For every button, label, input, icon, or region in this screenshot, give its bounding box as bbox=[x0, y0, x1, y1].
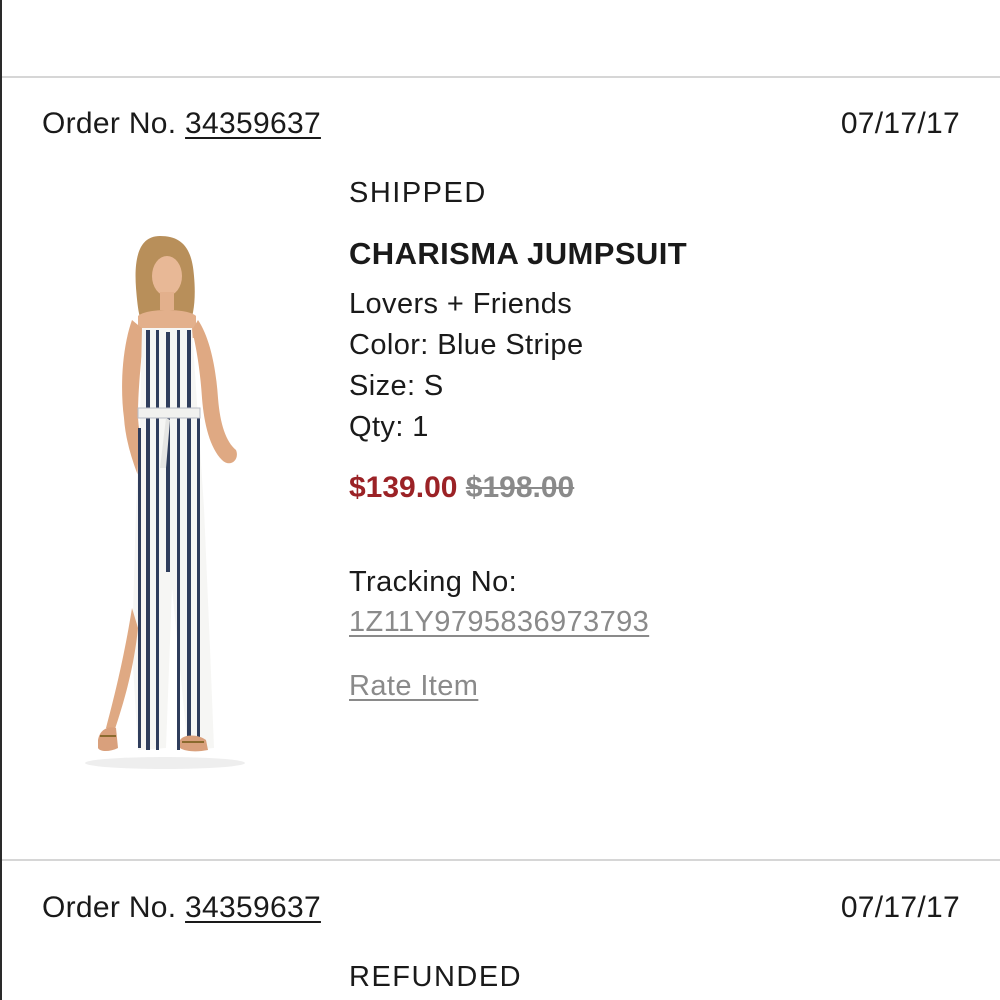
order-status: REFUNDED bbox=[349, 961, 523, 993]
order-divider bbox=[2, 859, 1000, 861]
order-history-page: Order No. 34359637 07/17/17 SHIPPED CHAR… bbox=[0, 0, 1000, 1000]
order-header: Order No. 34359637 07/17/17 bbox=[42, 891, 960, 931]
product-image[interactable] bbox=[80, 228, 250, 773]
price-row: $139.00 $198.00 bbox=[349, 466, 949, 510]
order-number-row: Order No. 34359637 bbox=[42, 107, 321, 141]
product-color: Color: Blue Stripe bbox=[349, 329, 584, 361]
order-number-row: Order No. 34359637 bbox=[42, 891, 321, 925]
item-details: CHARISMA JUMPSUIT Lovers + Friends Color… bbox=[349, 234, 949, 703]
order-divider bbox=[2, 76, 1000, 78]
product-brand: Lovers + Friends bbox=[349, 288, 573, 320]
product-size: Size: S bbox=[349, 370, 444, 402]
order-date: 07/17/17 bbox=[840, 107, 960, 140]
original-price: $198.00 bbox=[465, 471, 575, 504]
order-label: Order No. bbox=[42, 891, 177, 924]
rate-item-link[interactable]: Rate Item bbox=[349, 670, 478, 703]
order-number-link[interactable]: 34359637 bbox=[185, 107, 321, 140]
sale-price: $139.00 bbox=[349, 471, 458, 504]
order-date: 07/17/17 bbox=[840, 891, 960, 924]
tracking-number-link[interactable]: 1Z11Y9795836973793 bbox=[349, 602, 649, 642]
order-label: Order No. bbox=[42, 107, 177, 140]
order-header: Order No. 34359637 07/17/17 bbox=[42, 107, 960, 147]
order-number-link[interactable]: 34359637 bbox=[185, 891, 321, 924]
order-status: SHIPPED bbox=[349, 177, 487, 209]
product-name[interactable]: CHARISMA JUMPSUIT bbox=[349, 234, 949, 274]
product-qty: Qty: 1 bbox=[349, 411, 429, 443]
tracking-label: Tracking No: bbox=[349, 566, 518, 598]
